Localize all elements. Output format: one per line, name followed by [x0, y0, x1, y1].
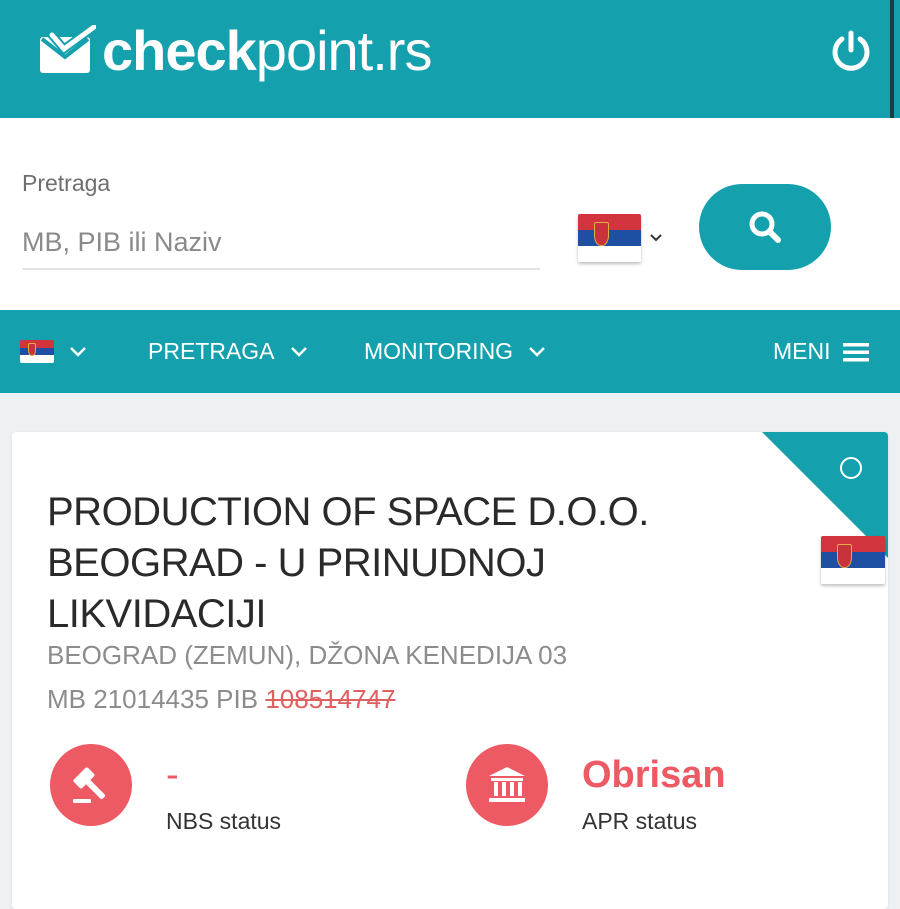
country-select[interactable] — [578, 214, 663, 262]
nav-item-pretraga[interactable]: PRETRAGA — [148, 310, 309, 393]
pib-label: PIB — [216, 684, 259, 714]
scrollbar[interactable] — [890, 0, 894, 124]
nav-item-label: PRETRAGA — [148, 338, 275, 364]
search-button[interactable] — [699, 184, 831, 270]
serbia-flag-icon — [20, 340, 54, 363]
mb-label: MB — [47, 684, 86, 714]
search-input[interactable] — [22, 216, 540, 270]
app-header: checkpoint.rs — [0, 0, 900, 124]
logo-text: checkpoint.rs — [102, 19, 433, 82]
apr-status-value: Obrisan — [582, 754, 726, 796]
checkmark-envelope-icon — [38, 22, 99, 77]
company-name-line: BEOGRAD - U PRINUDNOJ — [47, 541, 546, 585]
nav-item-monitoring[interactable]: MONITORING — [364, 310, 547, 393]
mb-value: 21014435 — [93, 684, 209, 714]
search-panel: Pretraga — [0, 118, 900, 310]
company-name-line: PRODUCTION OF SPACE D.O.O. — [47, 490, 649, 534]
apr-status-label: APR status — [582, 808, 698, 834]
company-address: BEOGRAD (ZEMUN), DŽONA KENEDIJA 03 — [47, 640, 568, 670]
nbs-status-label: NBS status — [166, 808, 282, 834]
pib-value: 108514747 — [265, 684, 396, 714]
nav-language-select[interactable] — [20, 310, 88, 393]
nav-bar: PRETRAGA MONITORING MENI — [0, 310, 900, 393]
search-label: Pretraga — [22, 170, 111, 196]
select-circle-icon[interactable] — [840, 457, 862, 479]
search-icon — [749, 211, 781, 243]
logo[interactable]: checkpoint.rs — [38, 19, 433, 82]
serbia-flag-icon — [578, 214, 641, 262]
company-name[interactable]: PRODUCTION OF SPACE D.O.O. BEOGRAD - U P… — [47, 487, 747, 640]
company-ids: MB 21014435 PIB 108514747 — [47, 684, 395, 715]
company-country-flag — [821, 536, 885, 584]
company-name-line: LIKVIDACIJI — [47, 592, 267, 636]
logo-light-text: point.rs — [255, 19, 433, 82]
chevron-down-icon — [290, 346, 307, 357]
nbs-status-value: - — [166, 754, 179, 796]
power-icon[interactable] — [828, 28, 874, 74]
bank-building-icon — [466, 744, 548, 826]
menu-button[interactable]: MENI — [773, 310, 869, 393]
menu-label: MENI — [773, 338, 831, 364]
gavel-icon — [50, 744, 132, 826]
logo-bold-text: check — [102, 19, 257, 82]
serbia-flag-icon — [821, 536, 885, 584]
hamburger-icon — [842, 342, 869, 361]
nav-item-label: MONITORING — [364, 338, 514, 364]
company-card[interactable]: PRODUCTION OF SPACE D.O.O. BEOGRAD - U P… — [12, 432, 888, 909]
chevron-down-icon — [70, 346, 86, 357]
chevron-down-icon — [650, 234, 662, 242]
chevron-down-icon — [529, 346, 545, 357]
